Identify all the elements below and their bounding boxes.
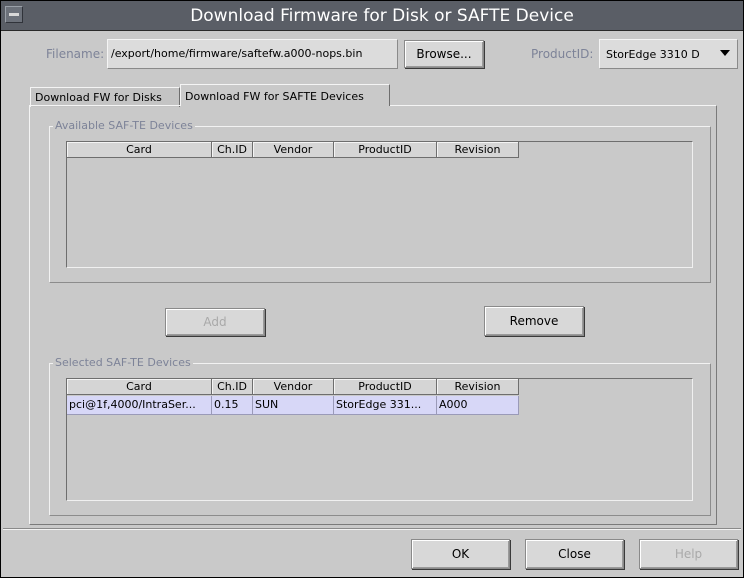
selected-table-header: Card Ch.ID Vendor ProductID Revision [67, 379, 519, 396]
add-button-label: Add [203, 315, 227, 329]
ok-button-label: OK [451, 547, 470, 561]
chevron-down-icon [720, 50, 730, 56]
selected-col-vendor[interactable]: Vendor [253, 379, 334, 395]
selected-col-revision[interactable]: Revision [437, 379, 519, 395]
filename-value: /export/home/firmware/saftefw.a000-nops.… [111, 47, 363, 60]
cell-revision: A000 [437, 396, 519, 415]
browse-button[interactable]: Browse... [404, 40, 484, 68]
add-button[interactable]: Add [165, 308, 265, 336]
help-button-label: Help [674, 547, 703, 561]
available-col-card[interactable]: Card [67, 142, 212, 158]
dialog-window: Download Firmware for Disk or SAFTE Devi… [0, 0, 744, 578]
available-table-header: Card Ch.ID Vendor ProductID Revision [67, 142, 519, 159]
cell-card: pci@1f,4000/IntraSer... [67, 396, 212, 415]
footer-divider [3, 528, 741, 530]
window-menu-button[interactable] [5, 6, 23, 23]
window-title: Download Firmware for Disk or SAFTE Devi… [190, 6, 574, 26]
selected-col-productid[interactable]: ProductID [334, 379, 437, 395]
cell-chid: 0.15 [212, 396, 253, 415]
selected-col-chid[interactable]: Ch.ID [212, 379, 253, 395]
available-col-revision[interactable]: Revision [437, 142, 519, 158]
selected-devices-title: Selected SAF-TE Devices [53, 356, 193, 369]
help-button[interactable]: Help [639, 539, 738, 569]
available-devices-table[interactable]: Card Ch.ID Vendor ProductID Revision [66, 141, 693, 268]
available-col-vendor[interactable]: Vendor [253, 142, 334, 158]
cell-productid: StorEdge 331... [334, 396, 437, 415]
table-row[interactable]: pci@1f,4000/IntraSer... 0.15 SUN StorEdg… [67, 396, 519, 415]
filename-label: Filename: [46, 47, 105, 61]
productid-label: ProductID: [531, 47, 594, 61]
productid-value: StorEdge 3310 D [606, 48, 700, 61]
selected-col-card[interactable]: Card [67, 379, 212, 395]
remove-button-label: Remove [509, 314, 559, 328]
remove-button[interactable]: Remove [484, 306, 584, 336]
close-button-label: Close [558, 547, 591, 561]
ok-button[interactable]: OK [411, 539, 510, 569]
productid-select[interactable]: StorEdge 3310 D [599, 39, 738, 69]
title-bar[interactable]: Download Firmware for Disk or SAFTE Devi… [1, 1, 743, 31]
tab-download-fw-disks[interactable]: Download FW for Disks [30, 87, 180, 107]
tab-download-fw-safte-label: Download FW for SAFTE Devices [185, 90, 364, 103]
tab-download-fw-safte[interactable]: Download FW for SAFTE Devices [180, 84, 390, 106]
window-menu-icon [9, 13, 19, 16]
selected-devices-table[interactable]: Card Ch.ID Vendor ProductID Revision pci… [66, 378, 693, 501]
available-col-chid[interactable]: Ch.ID [212, 142, 253, 158]
tab-download-fw-disks-label: Download FW for Disks [35, 91, 162, 104]
filename-field[interactable]: /export/home/firmware/saftefw.a000-nops.… [107, 39, 398, 69]
available-col-productid[interactable]: ProductID [334, 142, 437, 158]
browse-button-label: Browse... [416, 47, 472, 61]
cell-vendor: SUN [253, 396, 334, 415]
close-button[interactable]: Close [525, 539, 624, 569]
available-devices-title: Available SAF-TE Devices [53, 119, 195, 132]
